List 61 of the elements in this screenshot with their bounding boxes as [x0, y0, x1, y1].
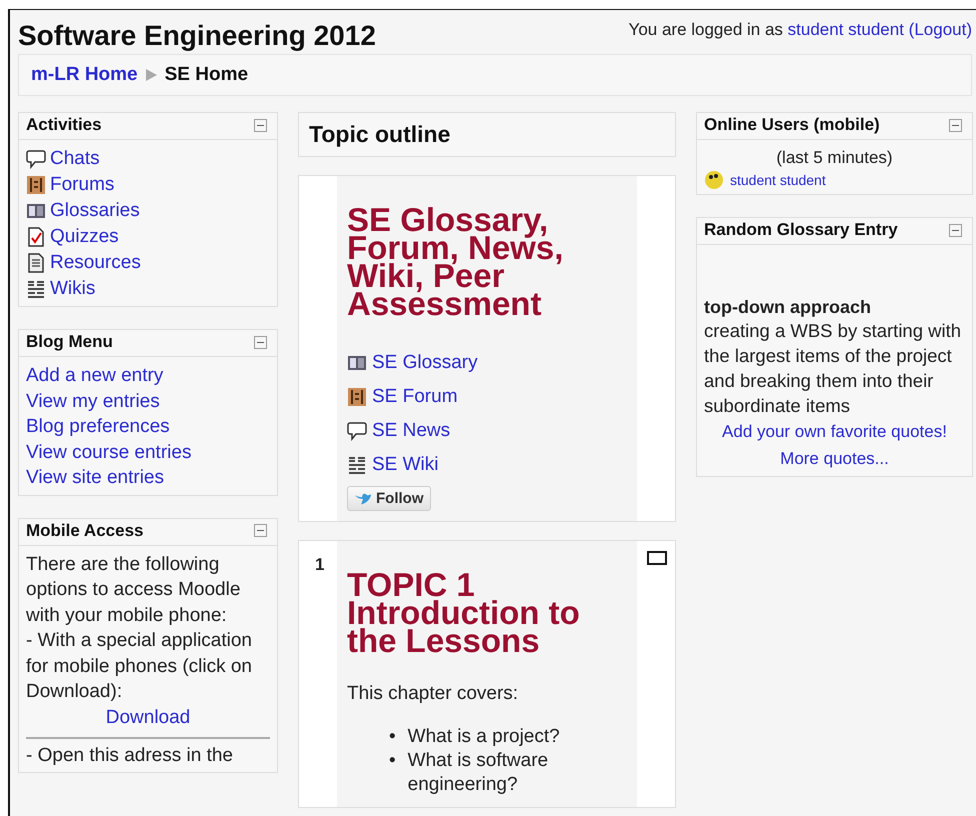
- activity-link[interactable]: SE Forum: [372, 380, 458, 414]
- download-link[interactable]: Download: [106, 706, 190, 728]
- collapse-icon[interactable]: [949, 224, 962, 236]
- activity-link[interactable]: Quizzes: [50, 224, 119, 250]
- activity-link[interactable]: Glossaries: [50, 198, 140, 224]
- speech-bubble-icon: [347, 421, 367, 441]
- blog-link[interactable]: View my entries: [26, 388, 270, 414]
- quotes-link[interactable]: Add your own favorite quotes!: [704, 418, 965, 445]
- collapse-icon[interactable]: [949, 118, 962, 132]
- collapse-icon[interactable]: [254, 524, 267, 537]
- breadcrumb-current: SE Home: [164, 64, 248, 86]
- activity-link[interactable]: SE Wiki: [372, 448, 438, 482]
- book-icon: [347, 353, 367, 373]
- activity-link[interactable]: SE Glossary: [372, 346, 478, 380]
- mobile-access-text: There are the following options to access Moodle with your mobile phone:: [26, 552, 242, 628]
- topic-bullet: What is a project?: [408, 725, 560, 749]
- highlight-toggle-icon[interactable]: [647, 551, 667, 565]
- activity-link[interactable]: Wikis: [50, 276, 96, 302]
- section-intro: This chapter covers:: [347, 683, 520, 705]
- bird-icon: [354, 490, 372, 506]
- collapse-icon[interactable]: [254, 118, 267, 132]
- blog-link[interactable]: Blog preferences: [26, 414, 270, 440]
- smiley-icon: [704, 170, 724, 190]
- speech-bubble-icon: [26, 149, 46, 169]
- checked-page-icon: [26, 227, 46, 247]
- glossary-definition: creating a WBS by starting with the largest items of the project and breaking them into their subordinate items: [704, 319, 962, 418]
- section-heading: TOPIC 1 Introduction to the Lessons: [347, 571, 581, 655]
- mobile-access-text: - With a special application for mobile phones (click on Download):: [26, 629, 253, 704]
- block-title: Random Glossary Entry: [704, 220, 898, 240]
- collapse-icon[interactable]: [254, 336, 267, 348]
- section-heading: SE Glossary, Forum, News, Wiki, Peer Assessment: [347, 206, 564, 318]
- block-title: Blog Menu: [26, 332, 113, 352]
- bullet-mark: •: [389, 749, 396, 773]
- blog-link[interactable]: Add a new entry: [26, 363, 270, 388]
- user-link[interactable]: student student: [730, 172, 826, 188]
- activity-link[interactable]: Forums: [50, 172, 114, 198]
- user-link[interactable]: student student: [788, 20, 904, 39]
- glossary-term: top-down approach: [704, 297, 872, 318]
- topic-outline-title: Topic outline: [298, 112, 676, 157]
- block-title: Activities: [26, 115, 102, 135]
- login-info: You are logged in as student student (Logout): [628, 20, 972, 40]
- document-icon: [26, 253, 46, 273]
- block-title: Online Users (mobile): [704, 115, 880, 135]
- time-window-text: (last 5 minutes): [775, 147, 894, 169]
- quotes-link[interactable]: More quotes...: [704, 445, 965, 472]
- activity-link[interactable]: Resources: [50, 250, 141, 276]
- breadcrumb-link[interactable]: m-LR Home: [31, 64, 138, 86]
- activity-link[interactable]: Chats: [50, 146, 100, 172]
- activity-link[interactable]: SE News: [372, 414, 450, 448]
- separator-arrow-icon: [146, 69, 157, 81]
- logout-link[interactable]: (Logout): [908, 20, 972, 39]
- follow-button[interactable]: Follow: [347, 486, 430, 511]
- course-title: Software Engineering 2012: [18, 20, 376, 52]
- topic-bullet: What is software engineering?: [408, 749, 550, 797]
- book-icon: [26, 201, 46, 221]
- mobile-access-text: - Open this adress in the: [26, 744, 234, 768]
- bullet-mark: •: [389, 725, 396, 749]
- blog-link[interactable]: View site entries: [26, 465, 270, 490]
- section-number: 1: [315, 555, 324, 574]
- blog-link[interactable]: View course entries: [26, 440, 270, 465]
- block-title: Mobile Access: [26, 520, 144, 540]
